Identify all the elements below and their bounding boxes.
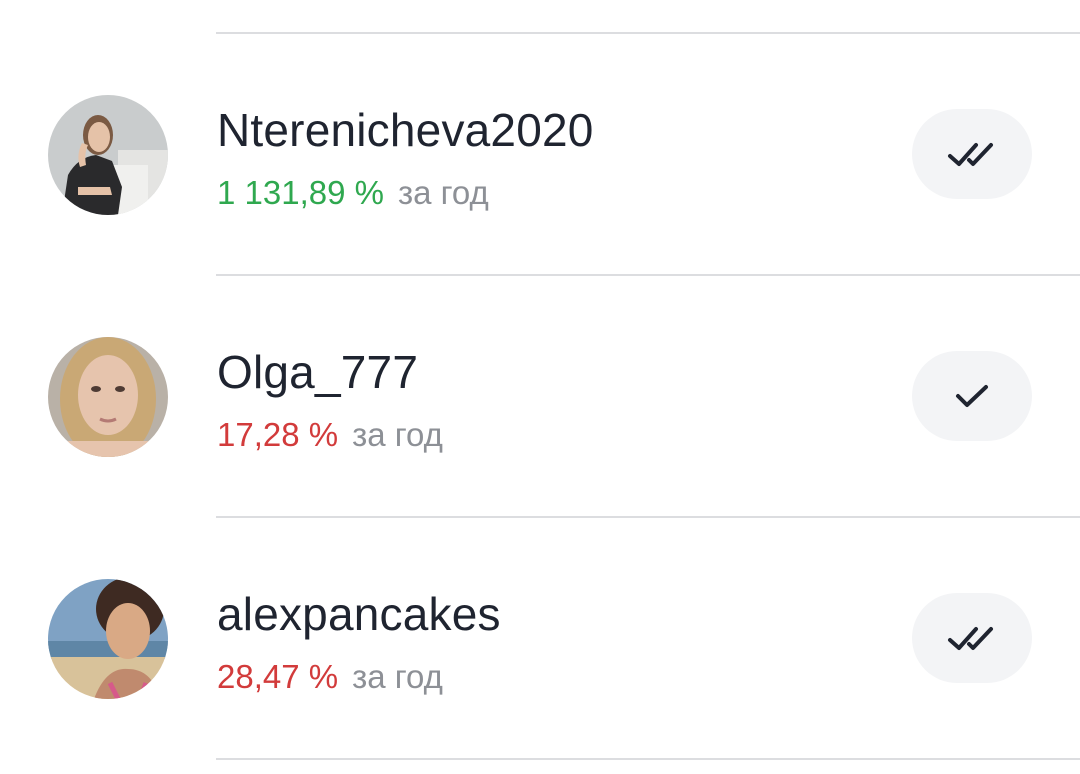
avatar[interactable] <box>48 337 168 457</box>
avatar[interactable] <box>48 95 168 215</box>
return-period: за год <box>352 416 443 453</box>
divider <box>216 758 1080 760</box>
trader-return: 28,47 % за год <box>217 658 443 696</box>
trader-name[interactable]: Nterenicheva2020 <box>217 103 594 157</box>
avatar[interactable] <box>48 579 168 699</box>
return-percent: 1 131,89 % <box>217 174 384 211</box>
double-check-icon <box>948 627 993 650</box>
check-icon <box>956 385 988 407</box>
trader-row[interactable]: Olga_777 17,28 % за год <box>0 276 1080 516</box>
subscribed-button[interactable] <box>912 593 1032 683</box>
trader-name[interactable]: alexpancakes <box>217 587 501 641</box>
subscribed-button[interactable] <box>912 351 1032 441</box>
trader-return: 17,28 % за год <box>217 416 443 454</box>
return-period: за год <box>397 174 489 211</box>
return-percent: 17,28 % <box>217 416 339 453</box>
trader-row[interactable]: Nterenicheva2020 1 131,89 % за год <box>0 34 1080 274</box>
subscribed-button[interactable] <box>912 109 1032 199</box>
return-percent: 28,47 % <box>217 658 339 695</box>
trader-name[interactable]: Olga_777 <box>217 345 418 399</box>
double-check-icon <box>948 143 993 166</box>
trader-row[interactable]: alexpancakes 28,47 % за год <box>0 518 1080 758</box>
return-period: за год <box>352 658 443 695</box>
trader-return: 1 131,89 % за год <box>217 174 489 212</box>
trader-list: Nterenicheva2020 1 131,89 % за год Olga_… <box>0 0 1080 774</box>
